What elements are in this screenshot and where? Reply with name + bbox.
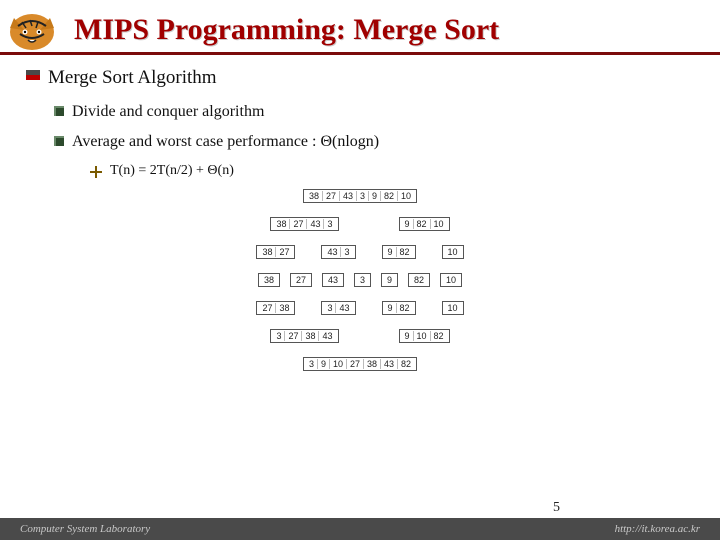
merge-sort-diagram: 3827433982103827433982103827433982103827… xyxy=(160,189,560,371)
diagram-cell: 27 xyxy=(275,247,292,257)
diagram-cell: 3 xyxy=(340,247,352,257)
bullet-lvl2: Divide and conquer algorithm xyxy=(54,103,694,121)
diagram-cell: 27 xyxy=(293,275,309,285)
diagram-node: 9 xyxy=(381,273,398,287)
diagram-cell: 27 xyxy=(259,303,275,313)
diagram-node: 2738 xyxy=(256,301,295,315)
diagram-node: 982 xyxy=(382,301,416,315)
bullet-lvl1: Merge Sort Algorithm xyxy=(26,67,694,89)
diagram-row: 2738 343 982 10 xyxy=(160,301,560,315)
diagram-cell: 9 xyxy=(402,219,413,229)
slide-title: MIPS Programming: Merge Sort xyxy=(74,13,499,47)
diagram-node: 10 xyxy=(440,273,462,287)
diagram-node: 382743398210 xyxy=(303,189,417,203)
diagram-cell: 10 xyxy=(443,275,459,285)
diagram-row: 38 27 43 3 9 82 10 xyxy=(160,273,560,287)
diagram-row: 391027384382 xyxy=(160,357,560,371)
diagram-row: 3827433 98210 xyxy=(160,217,560,231)
diagram-cell: 43 xyxy=(318,331,335,341)
diagram-cell: 9 xyxy=(384,275,395,285)
diagram-cell: 10 xyxy=(445,303,461,313)
diagram-cell: 43 xyxy=(339,191,356,201)
diagram-cell: 43 xyxy=(324,247,340,257)
slide-footer: Computer System Laboratory http://it.kor… xyxy=(0,518,720,540)
tiger-logo xyxy=(4,8,60,52)
diagram-row: 382743398210 xyxy=(160,189,560,203)
diagram-node: 3273843 xyxy=(270,329,338,343)
diagram-cell: 10 xyxy=(413,331,430,341)
bullet-icon-lvl3 xyxy=(90,166,102,178)
diagram-cell: 9 xyxy=(385,303,396,313)
diagram-cell: 27 xyxy=(322,191,339,201)
diagram-cell: 82 xyxy=(396,247,413,257)
diagram-cell: 38 xyxy=(259,247,275,257)
diagram-node: 391027384382 xyxy=(303,357,417,371)
diagram-cell: 38 xyxy=(363,359,380,369)
diagram-cell: 27 xyxy=(284,331,301,341)
diagram-node: 982 xyxy=(382,245,416,259)
diagram-cell: 9 xyxy=(402,331,413,341)
diagram-cell: 82 xyxy=(413,219,430,229)
bullet-text: Average and worst case performance : Θ(n… xyxy=(72,133,379,151)
diagram-cell: 27 xyxy=(346,359,363,369)
diagram-cell: 38 xyxy=(261,275,277,285)
diagram-node: 3827433 xyxy=(270,217,338,231)
diagram-node: 27 xyxy=(290,273,312,287)
diagram-cell: 3 xyxy=(357,275,368,285)
diagram-cell: 10 xyxy=(430,219,447,229)
diagram-row: 3827 433 982 10 xyxy=(160,245,560,259)
diagram-node: 82 xyxy=(408,273,430,287)
bullet-lvl3: T(n) = 2T(n/2) + Θ(n) xyxy=(90,163,694,179)
diagram-node: 3827 xyxy=(256,245,295,259)
diagram-cell: 10 xyxy=(329,359,346,369)
diagram-cell: 82 xyxy=(430,331,447,341)
diagram-cell: 38 xyxy=(306,191,322,201)
diagram-cell: 3 xyxy=(323,219,335,229)
diagram-node: 3 xyxy=(354,273,371,287)
diagram-cell: 43 xyxy=(325,275,341,285)
slide-content: Merge Sort Algorithm Divide and conquer … xyxy=(0,67,720,371)
diagram-cell: 38 xyxy=(273,219,289,229)
diagram-cell: 43 xyxy=(306,219,323,229)
diagram-cell: 38 xyxy=(301,331,318,341)
diagram-cell: 3 xyxy=(273,331,284,341)
diagram-cell: 9 xyxy=(368,191,380,201)
bullet-text: Merge Sort Algorithm xyxy=(48,67,217,89)
footer-left: Computer System Laboratory xyxy=(20,523,150,535)
diagram-node: 43 xyxy=(322,273,344,287)
diagram-cell: 82 xyxy=(397,359,414,369)
diagram-node: 10 xyxy=(442,245,464,259)
diagram-node: 38 xyxy=(258,273,280,287)
bullet-icon-lvl2 xyxy=(54,106,64,116)
diagram-cell: 9 xyxy=(317,359,329,369)
bullet-text: T(n) = 2T(n/2) + Θ(n) xyxy=(110,163,234,179)
diagram-node: 10 xyxy=(442,301,464,315)
diagram-row: 3273843 91082 xyxy=(160,329,560,343)
slide-header: MIPS Programming: Merge Sort xyxy=(0,0,720,55)
diagram-cell: 3 xyxy=(324,303,335,313)
diagram-cell: 82 xyxy=(396,303,413,313)
bullet-icon-lvl2 xyxy=(54,136,64,146)
diagram-cell: 43 xyxy=(380,359,397,369)
diagram-cell: 82 xyxy=(380,191,397,201)
diagram-node: 98210 xyxy=(399,217,450,231)
diagram-node: 343 xyxy=(321,301,355,315)
diagram-cell: 27 xyxy=(289,219,306,229)
diagram-cell: 43 xyxy=(335,303,352,313)
diagram-cell: 10 xyxy=(445,247,461,257)
footer-right: http://it.korea.ac.kr xyxy=(615,523,700,535)
bullet-icon-lvl1 xyxy=(26,70,40,80)
diagram-cell: 3 xyxy=(356,191,368,201)
diagram-cell: 10 xyxy=(397,191,414,201)
diagram-cell: 38 xyxy=(275,303,292,313)
diagram-cell: 3 xyxy=(306,359,317,369)
bullet-text: Divide and conquer algorithm xyxy=(72,103,264,121)
diagram-cell: 9 xyxy=(385,247,396,257)
bullet-lvl2: Average and worst case performance : Θ(n… xyxy=(54,133,694,151)
page-number: 5 xyxy=(553,500,560,516)
diagram-node: 91082 xyxy=(399,329,450,343)
diagram-cell: 82 xyxy=(411,275,427,285)
diagram-node: 433 xyxy=(321,245,355,259)
